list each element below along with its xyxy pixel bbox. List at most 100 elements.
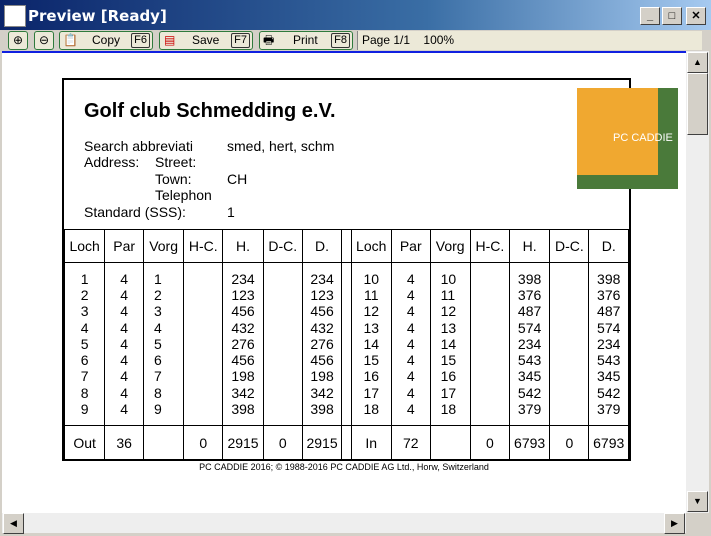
zoom-level: 100% xyxy=(423,33,455,47)
back-loch-column: 10 11 12 13 14 15 16 17 18 xyxy=(350,262,392,426)
table-cell: 4 xyxy=(406,287,415,304)
table-cell: 4 xyxy=(120,319,129,336)
in-total-cell: In xyxy=(350,425,392,461)
table-cell: 11 xyxy=(363,287,379,304)
table-cell: 4 xyxy=(120,287,129,304)
front-vorg-column: 123456789 xyxy=(143,262,185,426)
column-gap xyxy=(341,229,352,263)
table-cell: 9 xyxy=(80,400,89,417)
table-cell: 14 xyxy=(363,335,380,352)
table-cell: 342 xyxy=(310,384,334,401)
scroll-up-button[interactable]: ▲ xyxy=(687,52,708,73)
scroll-left-button[interactable]: ◀ xyxy=(3,513,24,534)
table-cell: 276 xyxy=(310,335,334,352)
table-cell: 4 xyxy=(406,400,415,417)
preview-viewport: Golf club Schmedding e.V. Search abbrevi… xyxy=(2,51,686,515)
table-cell: 456 xyxy=(310,352,334,369)
table-cell: 4 xyxy=(80,319,89,336)
table-cell: 4 xyxy=(120,335,129,352)
table-cell: 542 xyxy=(597,384,621,401)
table-cell: 487 xyxy=(597,303,621,320)
club-title: Golf club Schmedding e.V. xyxy=(84,100,336,122)
search-value: smed, hert, schm xyxy=(227,138,335,154)
table-cell: 379 xyxy=(517,400,542,417)
table-cell: 16 xyxy=(363,368,380,385)
close-button[interactable]: ✕ xyxy=(686,7,706,25)
table-cell: 398 xyxy=(517,271,542,288)
table-cell: 4 xyxy=(406,335,415,352)
table-cell: 18 xyxy=(363,400,380,417)
table-cell: 276 xyxy=(231,335,255,352)
table-cell: 4 xyxy=(406,368,415,385)
table-cell: 342 xyxy=(231,384,255,401)
in-total-cell xyxy=(429,425,471,461)
back-d-column: 398 376 487 574 234 543 345 542 379 xyxy=(588,262,629,426)
maximize-button[interactable]: □ xyxy=(662,7,682,25)
status-area: Page 1/1 100% xyxy=(357,31,702,50)
copy-button[interactable]: 📋 Copy F6 xyxy=(59,31,153,50)
minimize-button[interactable]: _ xyxy=(640,7,660,25)
front-h-column: 234 123 456 432 276 456 198 342 398 xyxy=(222,262,264,426)
table-cell: 4 xyxy=(406,319,415,336)
table-cell: 6 xyxy=(80,352,89,369)
table-cell: 456 xyxy=(231,352,255,369)
table-cell: 5 xyxy=(154,335,162,352)
table-cell: 4 xyxy=(120,352,129,369)
table-cell: 432 xyxy=(310,319,334,336)
scorecard-table: Loch Par Vorg H-C. H. D-C. D. Loch Par Vorg H-C. H.… xyxy=(63,229,629,461)
table-cell: 123 xyxy=(231,287,255,304)
print-button[interactable]: 🖶 Print F8 xyxy=(259,31,353,50)
header-cell: Loch xyxy=(63,229,106,263)
back-par-column: 444444444 xyxy=(390,262,431,426)
table-cell: 376 xyxy=(597,287,621,304)
header-cell: Vorg xyxy=(429,229,471,263)
zoom-in-button[interactable]: ⊕ xyxy=(8,31,28,50)
save-shortcut: F7 xyxy=(231,33,250,48)
back-vorg-column: 10 11 12 13 14 15 16 17 18 xyxy=(429,262,471,426)
street-label: Street: xyxy=(155,154,197,170)
town-value: CH xyxy=(227,171,248,187)
horizontal-scrollbar[interactable]: ◀ ▶ xyxy=(2,513,686,534)
sss-value: 1 xyxy=(227,204,235,220)
header-cell: H. xyxy=(222,229,264,263)
table-cell: 10 xyxy=(440,271,457,288)
table-cell: 1 xyxy=(154,271,162,288)
table-cell: 542 xyxy=(517,384,542,401)
table-cell: 487 xyxy=(517,303,542,320)
table-cell: 12 xyxy=(440,303,457,320)
app-icon xyxy=(4,5,26,27)
scroll-right-button[interactable]: ▶ xyxy=(664,513,685,534)
table-cell: 234 xyxy=(597,335,621,352)
table-cell: 11 xyxy=(440,287,456,304)
save-button[interactable]: ▤ Save F7 xyxy=(159,31,253,50)
table-cell: 345 xyxy=(597,368,621,385)
out-total-cell: 0 xyxy=(183,425,224,461)
table-cell: 4 xyxy=(120,384,129,401)
back-h-column: 398 376 487 574 234 543 345 542 379 xyxy=(508,262,551,426)
table-cell: 14 xyxy=(440,335,457,352)
scroll-thumb[interactable] xyxy=(687,73,708,135)
table-cell: 4 xyxy=(406,352,415,369)
empty-column xyxy=(469,262,510,426)
table-cell: 574 xyxy=(597,319,621,336)
header-cell: D. xyxy=(301,229,343,263)
out-total-cell xyxy=(143,425,185,461)
empty-column xyxy=(183,262,224,426)
scorecard-page: Golf club Schmedding e.V. Search abbrevi… xyxy=(62,78,678,461)
header-cell: D-C. xyxy=(549,229,590,263)
table-cell: 234 xyxy=(310,271,334,288)
sss-label: Standard (SSS): xyxy=(84,204,186,220)
table-cell: 345 xyxy=(517,368,542,385)
search-label: Search abbreviati xyxy=(84,138,193,154)
vertical-scrollbar[interactable]: ▲ ▼ xyxy=(686,51,709,513)
zoom-out-button[interactable]: ⊖ xyxy=(34,31,54,50)
table-cell: 4 xyxy=(406,271,415,288)
table-cell: 456 xyxy=(231,303,255,320)
scroll-down-button[interactable]: ▼ xyxy=(687,491,708,512)
table-cell: 574 xyxy=(517,319,542,336)
table-cell: 17 xyxy=(363,384,380,401)
address-label: Address: xyxy=(84,154,140,170)
table-cell: 17 xyxy=(440,384,457,401)
pc-caddie-logo: PC CADDIE xyxy=(577,88,678,189)
table-cell: 234 xyxy=(517,335,542,352)
